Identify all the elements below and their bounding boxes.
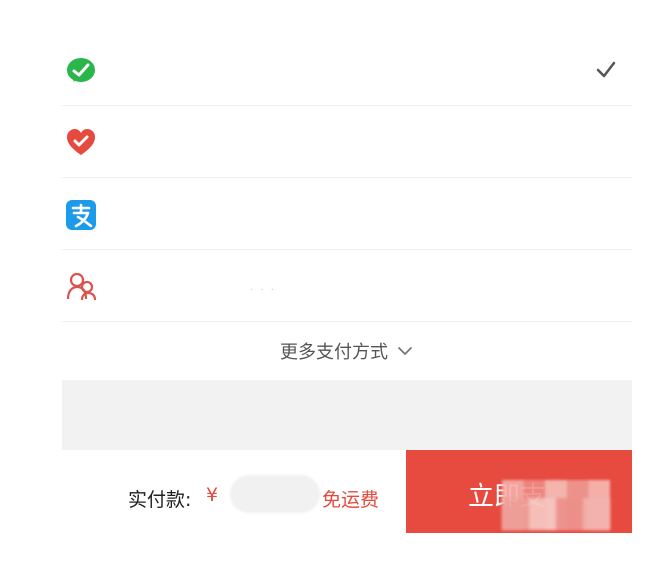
family-pay-icon — [66, 272, 97, 301]
free-shipping-label: 免运费 — [322, 489, 380, 511]
check-icon — [596, 61, 616, 78]
chevron-down-icon — [398, 347, 412, 355]
payment-page: · · · 更多支付方式 实付款: ¥ 免运费 立即支 — [0, 0, 668, 563]
alipay-icon — [66, 200, 96, 230]
section-spacer — [62, 380, 632, 450]
more-payment-methods-label: 更多支付方式 — [280, 342, 388, 363]
payment-method-wechat[interactable] — [62, 34, 632, 106]
currency-symbol: ¥ — [206, 484, 219, 506]
more-payment-methods[interactable]: 更多支付方式 — [62, 322, 632, 380]
wechat-pay-icon — [67, 58, 95, 82]
payment-method-family[interactable]: · · · — [62, 250, 632, 322]
obscured-method-label: · · · — [250, 285, 276, 296]
heart-pay-icon — [67, 129, 95, 155]
payable-label: 实付款: — [128, 489, 192, 511]
payment-method-alipay[interactable] — [62, 178, 632, 250]
pay-now-button[interactable]: 立即支 — [406, 450, 632, 533]
payment-method-heart-pay[interactable] — [62, 106, 632, 178]
payment-method-list: · · · — [62, 34, 632, 322]
blurred-amount — [230, 475, 320, 513]
mosaic-blur — [502, 480, 610, 530]
checkout-bar: 实付款: ¥ 免运费 立即支 — [62, 450, 632, 533]
